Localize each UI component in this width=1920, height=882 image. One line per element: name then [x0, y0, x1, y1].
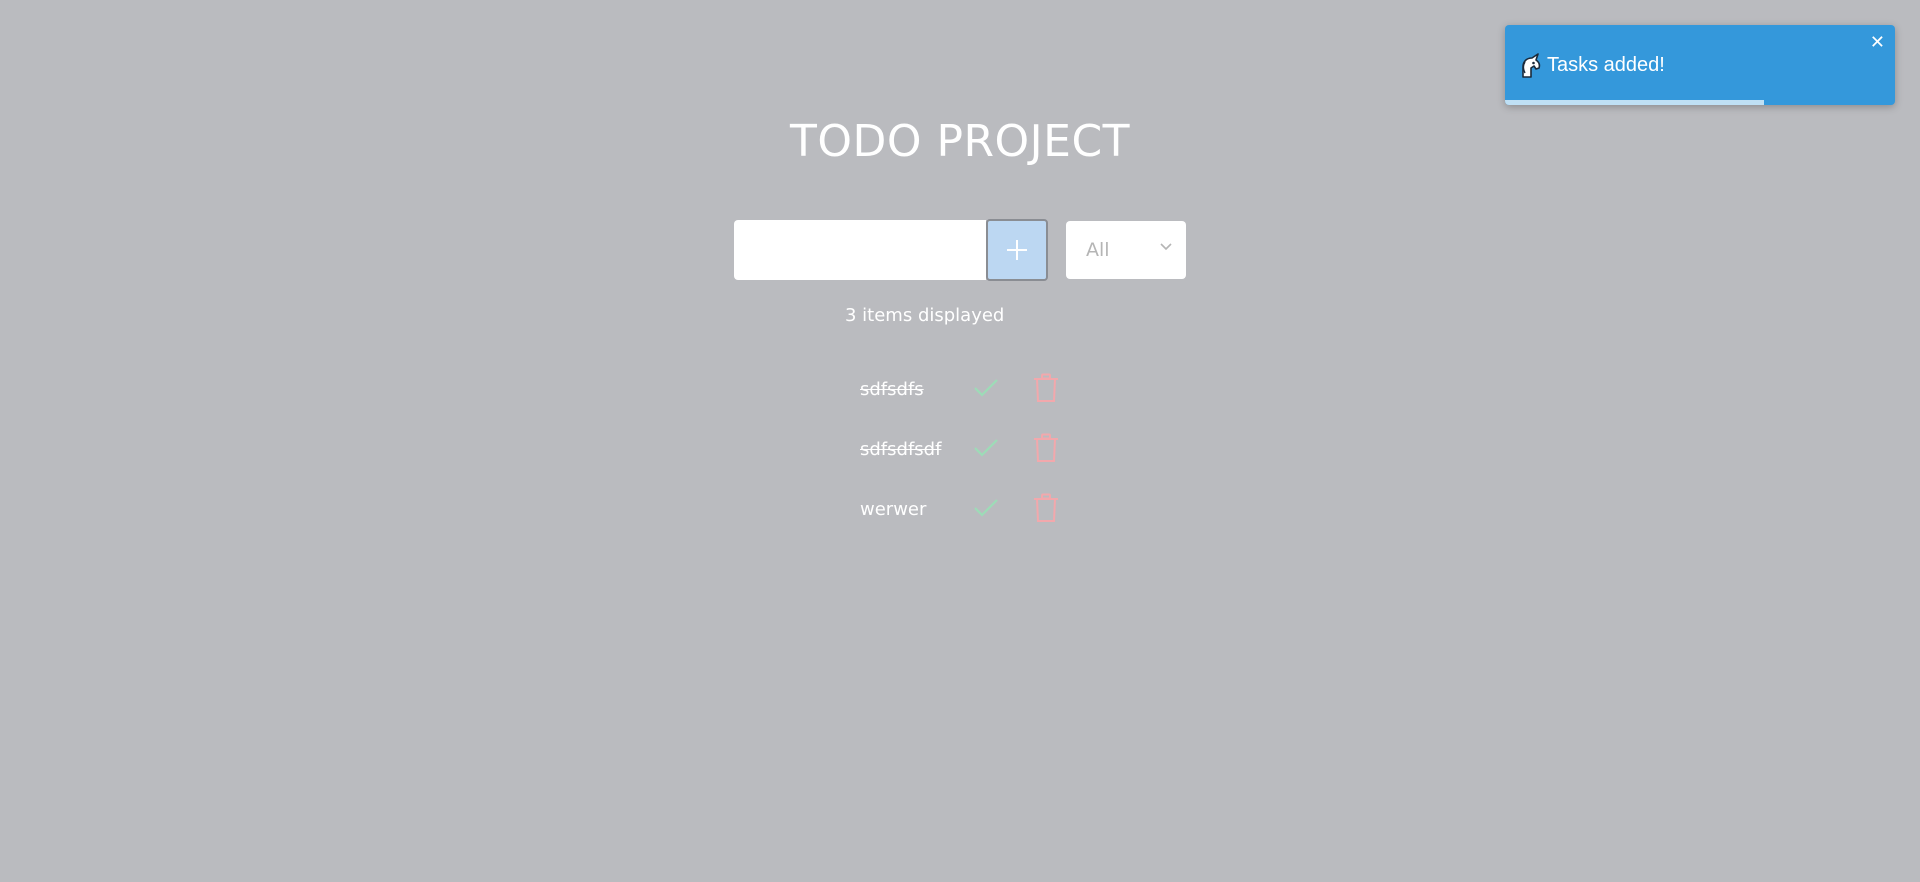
todo-item: sdfsdfs: [860, 360, 1070, 420]
close-icon[interactable]: ✕: [1870, 33, 1885, 53]
toast-progress-bar: [1505, 100, 1895, 105]
delete-button[interactable]: [1031, 432, 1061, 464]
filter-selected-value: All: [1086, 239, 1110, 261]
trash-icon: [1034, 493, 1058, 522]
todo-item: werwer: [860, 480, 1070, 540]
page-title: TODO PROJECT: [789, 116, 1131, 167]
task-input[interactable]: [734, 220, 986, 280]
items-count: 3 items displayed: [845, 305, 1005, 326]
complete-button[interactable]: [972, 494, 1000, 522]
complete-button[interactable]: [972, 374, 1000, 402]
add-task-form: All: [734, 219, 1186, 281]
todo-item: sdfsdfsdf: [860, 420, 1070, 480]
check-icon: [974, 379, 998, 397]
toast-message: Tasks added!: [1547, 54, 1665, 76]
todo-list: sdfsdfs sdfsdfsdf werwer: [860, 360, 1070, 540]
todo-text: werwer: [860, 499, 927, 520]
check-icon: [974, 499, 998, 517]
check-icon: [974, 439, 998, 457]
complete-button[interactable]: [972, 434, 1000, 462]
delete-button[interactable]: [1031, 492, 1061, 524]
trash-icon: [1034, 373, 1058, 402]
unicorn-icon: [1522, 53, 1541, 78]
filter-select[interactable]: All: [1066, 221, 1186, 279]
toast-progress-fill: [1505, 100, 1765, 105]
todo-text: sdfsdfsdf: [860, 439, 942, 460]
trash-icon: [1034, 433, 1058, 462]
delete-button[interactable]: [1031, 372, 1061, 404]
add-task-button[interactable]: [986, 219, 1048, 281]
plus-icon: [1007, 240, 1027, 260]
todo-app: TODO PROJECT All 3 items displayed sdfsd…: [0, 0, 1920, 882]
toast-notification: Tasks added! ✕: [1505, 25, 1895, 105]
chevron-down-icon: [1160, 243, 1172, 251]
todo-text: sdfsdfs: [860, 379, 924, 400]
